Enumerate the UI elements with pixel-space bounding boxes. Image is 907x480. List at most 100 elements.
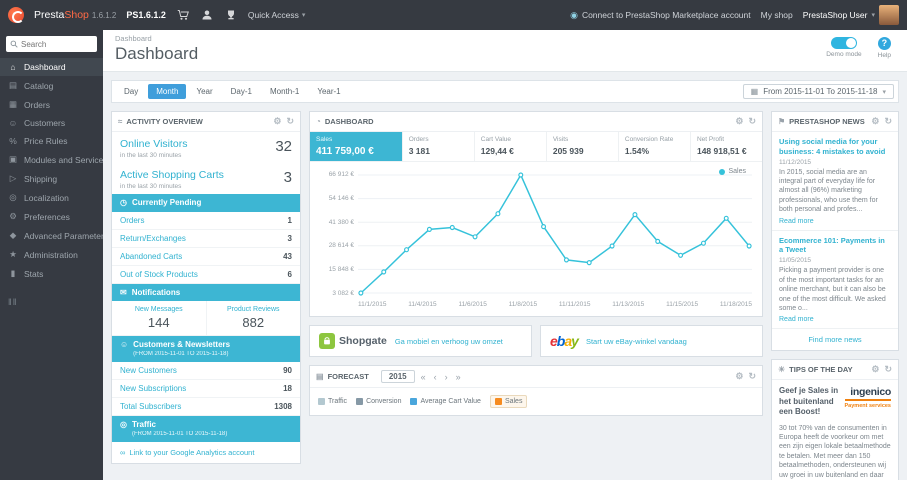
caret-down-icon: ▾ <box>301 12 306 19</box>
new-subscriptions-link[interactable]: New Subscriptions <box>120 384 186 393</box>
gear-icon[interactable]: ⚙ <box>871 364 879 375</box>
customers-newsletters-title: Customers & Newsletters <box>133 340 231 350</box>
sidebar-item-modules[interactable]: ▣ Modules and Services <box>0 150 103 169</box>
forecast-legend: Traffic Conversion Average Cart Value Sa… <box>310 388 762 415</box>
tools-icon: ◆ <box>9 230 17 240</box>
news-article-title[interactable]: Using social media for your business: 4 … <box>779 137 891 157</box>
sidebar-item-catalog[interactable]: ▤ Catalog <box>0 76 103 95</box>
activity-overview-panel: ≈ ACTIVITY OVERVIEW ⚙ ↻ Online Visitors … <box>111 111 301 464</box>
kpi-value: 148 918,51 € <box>696 146 747 156</box>
sidebar-item-shipping[interactable]: ▷ Shipping <box>0 169 103 188</box>
kpi-orders[interactable]: Orders 3 181 <box>403 132 475 161</box>
filter-day-1-button[interactable]: Day-1 <box>223 84 260 99</box>
gear-icon[interactable]: ⚙ <box>273 116 281 127</box>
forecast-legend-sales[interactable]: Sales <box>489 395 528 408</box>
modules-icon: ▣ <box>8 154 18 164</box>
sidebar-item-price-rules[interactable]: % Price Rules <box>0 132 103 150</box>
sidebar-item-advanced-parameters[interactable]: ◆ Advanced Parameters <box>0 226 103 245</box>
sidebar-item-administration[interactable]: ★ Administration <box>0 245 103 264</box>
refresh-icon[interactable]: ↻ <box>884 364 892 375</box>
brand-title[interactable]: PrestaShop 1.6.1.2 <box>34 9 116 21</box>
refresh-icon[interactable]: ↻ <box>286 116 294 127</box>
help-icon[interactable]: ? <box>877 37 891 50</box>
new-messages-count: 144 <box>147 315 170 331</box>
gear-icon[interactable]: ⚙ <box>871 116 879 127</box>
traffic-swatch-icon <box>318 398 325 405</box>
prev-year-fast-icon[interactable]: « <box>419 372 428 382</box>
quick-access-label: Quick Access <box>247 10 299 20</box>
shopgate-link[interactable]: Ga mobiel en verhoog uw omzet <box>395 337 503 346</box>
cart-icon[interactable] <box>176 8 190 22</box>
prev-year-icon[interactable]: ‹ <box>432 372 439 382</box>
x-tick: 11/18/2015 <box>719 301 752 308</box>
kpi-conversion-rate[interactable]: Conversion Rate 1.54% <box>619 132 691 161</box>
forecast-legend-traffic[interactable]: Traffic <box>318 398 347 405</box>
new-customers-link[interactable]: New Customers <box>120 366 177 375</box>
pending-row-out-of-stock: Out of Stock Products 6 <box>112 266 300 284</box>
news-article-title[interactable]: Ecommerce 101: Payments in a Tweet <box>779 236 891 256</box>
globe-icon: ◎ <box>120 419 127 429</box>
search-input[interactable] <box>6 36 97 52</box>
gear-icon[interactable]: ⚙ <box>735 116 743 127</box>
quick-access-menu[interactable]: Quick Access ▾ <box>248 10 306 20</box>
total-subscribers-link[interactable]: Total Subscribers <box>120 402 181 411</box>
employee-icon[interactable] <box>200 8 214 22</box>
online-visitors-link[interactable]: Online Visitors <box>120 138 188 150</box>
next-year-fast-icon[interactable]: » <box>454 372 463 382</box>
sidebar-collapse-button[interactable]: ‖‖ <box>8 297 95 307</box>
x-tick: 11/1/2015 <box>358 301 387 308</box>
gear-icon[interactable]: ⚙ <box>735 371 743 382</box>
filter-month-button[interactable]: Month <box>148 84 187 99</box>
demo-mode-toggle[interactable] <box>830 37 857 49</box>
refresh-icon[interactable]: ↻ <box>748 116 756 127</box>
filter-day-button[interactable]: Day <box>116 84 146 99</box>
forecast-year-select[interactable]: 2015 <box>380 370 415 383</box>
filter-year-button[interactable]: Year <box>188 84 220 99</box>
forecast-legend-conversion[interactable]: Conversion <box>356 398 401 405</box>
shop-name[interactable]: PS1.6.1.2 <box>126 10 166 20</box>
sidebar-item-orders[interactable]: ▦ Orders <box>0 95 103 114</box>
sidebar-item-preferences[interactable]: ⚙ Preferences <box>0 207 103 226</box>
filter-month-1-button[interactable]: Month-1 <box>262 84 307 99</box>
my-shop-link[interactable]: My shop <box>761 10 793 20</box>
kpi-cart-value[interactable]: Cart Value 129,44 € <box>475 132 547 161</box>
clock-icon: ◷ <box>120 198 127 207</box>
new-messages-cell[interactable]: New Messages 144 <box>112 301 206 335</box>
refresh-icon[interactable]: ↻ <box>748 371 756 382</box>
brand-presta: Presta <box>34 9 65 21</box>
abandoned-carts-link[interactable]: Abandoned Carts <box>120 252 182 261</box>
kpi-sales[interactable]: Sales 411 759,00 € <box>310 132 403 161</box>
read-more-link[interactable]: Read more <box>779 218 814 225</box>
google-analytics-link[interactable]: ∞ Link to your Google Analytics account <box>112 442 300 463</box>
trophy-icon[interactable] <box>224 8 238 22</box>
read-more-link[interactable]: Read more <box>779 316 814 323</box>
orders-link[interactable]: Orders <box>120 216 144 225</box>
returns-link[interactable]: Return/Exchanges <box>120 234 186 243</box>
kpi-net-profit[interactable]: Net Profit 148 918,51 € <box>691 132 762 161</box>
caret-down-icon: ▾ <box>871 12 875 19</box>
refresh-icon[interactable]: ↻ <box>884 116 892 127</box>
breadcrumb: Dashboard <box>115 34 152 43</box>
ebay-link[interactable]: Start uw eBay-winkel vandaag <box>586 337 687 346</box>
prestashop-logo[interactable] <box>8 7 24 23</box>
product-reviews-cell[interactable]: Product Reviews 882 <box>205 301 301 336</box>
date-range-picker[interactable]: ▦ From 2015-11-01 To 2015-11-18 ▾ <box>742 84 894 99</box>
sidebar-item-localization[interactable]: ◎ Localization <box>0 188 103 207</box>
user-menu[interactable]: PrestaShop User ▾ <box>803 5 899 25</box>
forecast-panel: ▤ FORECAST 2015 « ‹ › » ⚙ ↻ Traffic Conv… <box>309 365 763 416</box>
filter-year-1-button[interactable]: Year-1 <box>309 84 348 99</box>
people-icon: ☺ <box>120 340 129 350</box>
sidebar-item-dashboard[interactable]: ⌂ Dashboard <box>0 58 103 76</box>
marketplace-link[interactable]: ◉ Connect to PrestaShop Marketplace accou… <box>570 10 751 21</box>
active-carts-link[interactable]: Active Shopping Carts <box>120 169 224 181</box>
sidebar-item-stats[interactable]: ▮ Stats <box>0 264 103 283</box>
news-article-excerpt: In 2015, social media are an integral pa… <box>779 168 878 214</box>
stats-icon: ▮ <box>10 268 16 278</box>
forecast-legend-average-cart-value[interactable]: Average Cart Value <box>410 398 481 405</box>
out-of-stock-link[interactable]: Out of Stock Products <box>120 270 198 279</box>
sidebar-item-customers[interactable]: ☺ Customers <box>0 114 103 132</box>
kpi-visits[interactable]: Visits 205 939 <box>547 132 619 161</box>
find-more-news-link[interactable]: Find more news <box>772 329 898 350</box>
gauge-icon: ◔ <box>316 117 321 126</box>
next-year-icon[interactable]: › <box>443 372 450 382</box>
